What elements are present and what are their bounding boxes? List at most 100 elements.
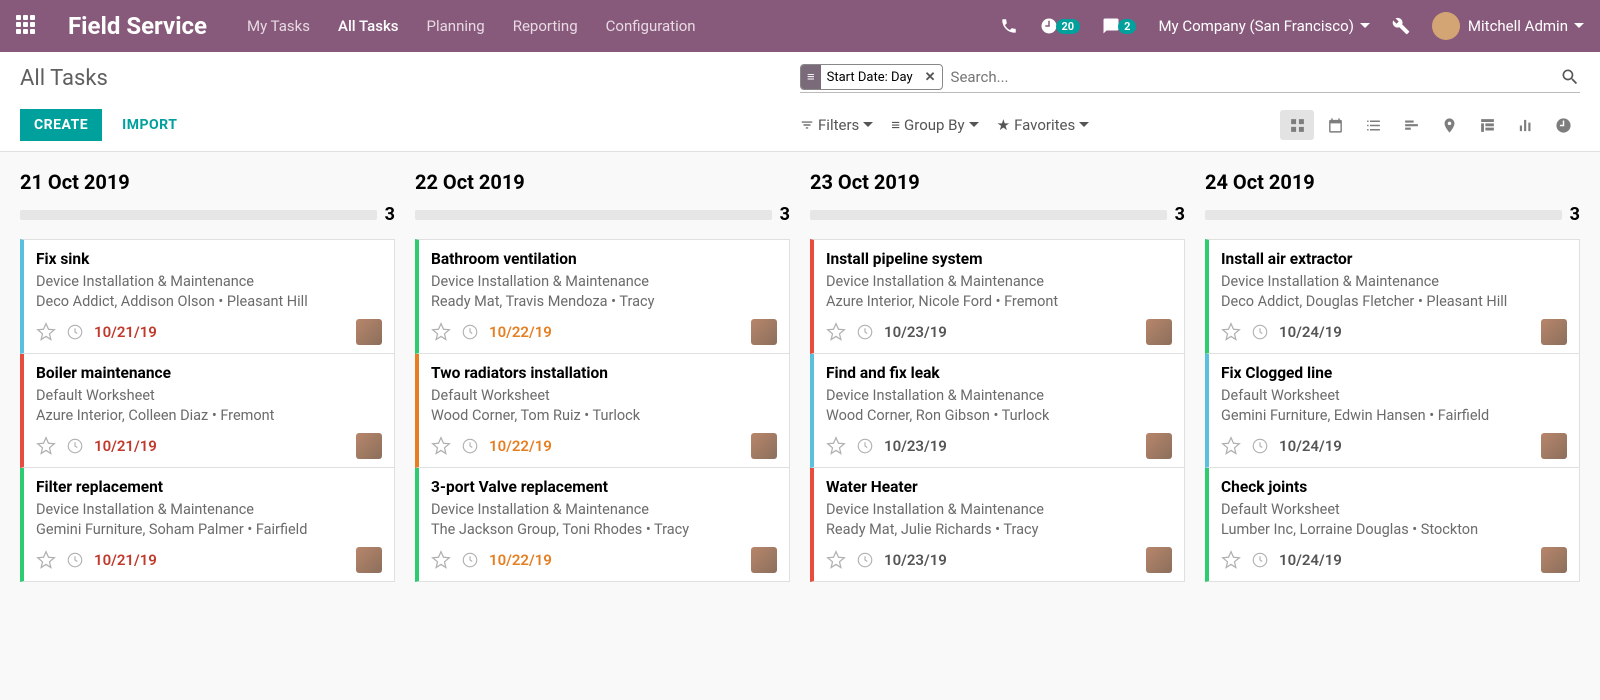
search-input[interactable]	[951, 68, 1560, 86]
apps-icon[interactable]	[16, 15, 38, 37]
star-icon[interactable]	[826, 550, 846, 570]
card-title: Check joints	[1221, 478, 1567, 496]
card-customer: Azure Interior, Colleen Diaz • Fremont	[36, 406, 382, 426]
card-worksheet: Device Installation & Maintenance	[36, 500, 382, 520]
star-icon[interactable]	[431, 322, 451, 342]
task-card[interactable]: Install air extractorDevice Installation…	[1205, 239, 1580, 354]
task-card[interactable]: Two radiators installationDefault Worksh…	[415, 354, 790, 468]
nav-my-tasks[interactable]: My Tasks	[247, 17, 310, 35]
column-title[interactable]: 23 Oct 2019	[810, 170, 1185, 194]
view-map-button[interactable]	[1432, 110, 1466, 140]
task-card[interactable]: Bathroom ventilationDevice Installation …	[415, 239, 790, 354]
star-icon[interactable]	[826, 436, 846, 456]
clock-icon[interactable]	[1251, 437, 1269, 455]
debug-icon[interactable]	[1392, 17, 1410, 35]
clock-icon[interactable]	[856, 551, 874, 569]
clock-icon[interactable]	[66, 323, 84, 341]
task-card[interactable]: Check jointsDefault WorksheetLumber Inc,…	[1205, 468, 1580, 582]
card-title: Filter replacement	[36, 478, 382, 496]
nav-configuration[interactable]: Configuration	[606, 17, 696, 35]
favorites-menu[interactable]: ★Favorites	[997, 116, 1090, 134]
phone-icon[interactable]	[1000, 17, 1018, 35]
app-brand[interactable]: Field Service	[68, 12, 207, 40]
view-gantt-button[interactable]	[1394, 110, 1428, 140]
column-progress[interactable]	[810, 210, 1167, 220]
star-icon[interactable]	[1221, 436, 1241, 456]
view-calendar-button[interactable]	[1318, 110, 1352, 140]
column-progress[interactable]	[1205, 210, 1562, 220]
column-count: 3	[1175, 204, 1185, 225]
clock-icon[interactable]	[461, 323, 479, 341]
task-card[interactable]: Water HeaterDevice Installation & Mainte…	[810, 468, 1185, 582]
clock-icon[interactable]	[461, 437, 479, 455]
card-worksheet: Default Worksheet	[36, 386, 382, 406]
view-graph-button[interactable]	[1508, 110, 1542, 140]
assignee-avatar[interactable]	[751, 433, 777, 459]
discuss-indicator[interactable]: 2	[1102, 17, 1136, 35]
assignee-avatar[interactable]	[356, 319, 382, 345]
remove-facet-icon[interactable]: ✕	[919, 70, 942, 85]
column-progress[interactable]	[415, 210, 772, 220]
assignee-avatar[interactable]	[1146, 433, 1172, 459]
task-card[interactable]: Fix sinkDevice Installation & Maintenanc…	[20, 239, 395, 354]
task-card[interactable]: Filter replacement Device Installation & …	[20, 468, 395, 582]
view-list-button[interactable]	[1356, 110, 1390, 140]
clock-icon[interactable]	[1251, 323, 1269, 341]
assignee-avatar[interactable]	[1146, 547, 1172, 573]
star-icon[interactable]	[36, 322, 56, 342]
task-card[interactable]: 3-port Valve replacementDevice Installat…	[415, 468, 790, 582]
clock-icon[interactable]	[66, 551, 84, 569]
assignee-avatar[interactable]	[1541, 433, 1567, 459]
nav-all-tasks[interactable]: All Tasks	[338, 17, 399, 35]
create-button[interactable]: CREATE	[20, 109, 102, 141]
clock-icon[interactable]	[856, 437, 874, 455]
column-progress[interactable]	[20, 210, 377, 220]
card-worksheet: Device Installation & Maintenance	[826, 386, 1172, 406]
view-pivot-button[interactable]	[1470, 110, 1504, 140]
star-icon[interactable]	[826, 322, 846, 342]
card-title: Two radiators installation	[431, 364, 777, 382]
activity-indicator[interactable]: 20	[1040, 17, 1081, 35]
assignee-avatar[interactable]	[1541, 319, 1567, 345]
card-customer: Wood Corner, Tom Ruiz • Turlock	[431, 406, 777, 426]
star-icon[interactable]	[431, 550, 451, 570]
view-kanban-button[interactable]	[1280, 110, 1314, 140]
assignee-avatar[interactable]	[1146, 319, 1172, 345]
column-title[interactable]: 22 Oct 2019	[415, 170, 790, 194]
assignee-avatar[interactable]	[751, 319, 777, 345]
task-card[interactable]: Find and fix leak Device Installation & M…	[810, 354, 1185, 468]
card-title: Find and fix leak	[826, 364, 1172, 382]
company-switcher[interactable]: My Company (San Francisco)	[1158, 17, 1369, 35]
assignee-avatar[interactable]	[751, 547, 777, 573]
column-count: 3	[1570, 204, 1580, 225]
clock-icon[interactable]	[66, 437, 84, 455]
clock-icon[interactable]	[1251, 551, 1269, 569]
column-title[interactable]: 24 Oct 2019	[1205, 170, 1580, 194]
nav-planning[interactable]: Planning	[427, 17, 485, 35]
star-icon[interactable]	[36, 436, 56, 456]
groupby-menu[interactable]: ≡Group By	[891, 116, 978, 134]
clock-icon[interactable]	[461, 551, 479, 569]
filters-menu[interactable]: Filters	[800, 116, 873, 134]
clock-icon[interactable]	[856, 323, 874, 341]
search-icon[interactable]	[1560, 67, 1580, 87]
star-icon[interactable]	[1221, 322, 1241, 342]
nav-reporting[interactable]: Reporting	[513, 17, 578, 35]
card-customer: Ready Mat, Travis Mendoza • Tracy	[431, 292, 777, 312]
assignee-avatar[interactable]	[1541, 547, 1567, 573]
star-icon[interactable]	[431, 436, 451, 456]
task-card[interactable]: Install pipeline systemDevice Installati…	[810, 239, 1185, 354]
task-card[interactable]: Boiler maintenanceDefault WorksheetAzure…	[20, 354, 395, 468]
view-activity-button[interactable]	[1546, 110, 1580, 140]
task-card[interactable]: Fix Clogged lineDefault WorksheetGemini …	[1205, 354, 1580, 468]
import-button[interactable]: IMPORT	[122, 117, 177, 133]
user-menu[interactable]: Mitchell Admin	[1432, 12, 1584, 40]
assignee-avatar[interactable]	[356, 433, 382, 459]
search-facet[interactable]: ≡ Start Date: Day ✕	[800, 64, 943, 90]
assignee-avatar[interactable]	[356, 547, 382, 573]
star-icon[interactable]	[36, 550, 56, 570]
star-icon[interactable]	[1221, 550, 1241, 570]
column-count: 3	[385, 204, 395, 225]
column-title[interactable]: 21 Oct 2019	[20, 170, 395, 194]
search-bar[interactable]: ≡ Start Date: Day ✕	[800, 64, 1580, 93]
